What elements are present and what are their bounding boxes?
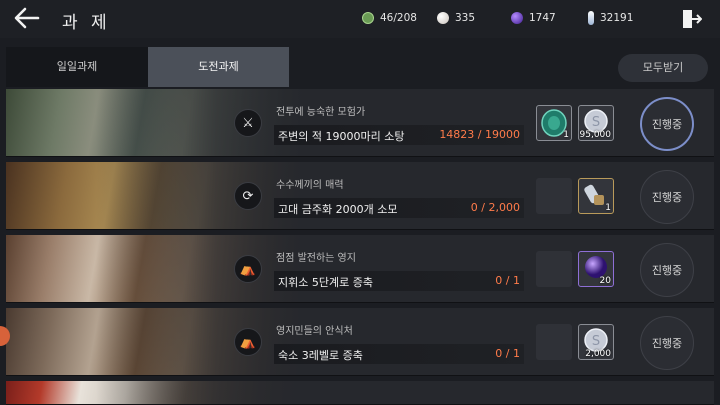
reward-qty: 1 [563,130,569,140]
quest-goal: 주변의 적 19000마리 소탕 [278,130,405,143]
resource-value: 1747 [529,12,556,24]
reward-qty: 95,000 [579,130,612,140]
quest-category: 전투에 능숙한 모험가 [276,107,366,118]
crystal-icon [588,11,594,25]
quest-row: ⛺ 영지민들의 안식처 숙소 3레벨로 증축 0 / 1 S 2,000 진행중 [6,308,714,376]
quest-row [6,381,714,405]
reward-slot[interactable]: S 95,000 [578,105,614,141]
reward-slot[interactable]: 1 [536,105,572,141]
quest-progress: 0 / 1 [495,274,520,287]
quest-goal-row: 고대 금주화 2000개 소모 0 / 2,000 [274,198,524,218]
quest-list[interactable]: ⚔ 전투에 능숙한 모험가 주변의 적 19000마리 소탕 14823 / 1… [6,89,720,405]
quest-goal-row: 주변의 적 19000마리 소탕 14823 / 19000 [274,125,524,145]
reward-slot[interactable]: S 2,000 [578,324,614,360]
empty-reward-slot [536,178,572,214]
claim-all-button[interactable]: 모두받기 [618,54,708,82]
in-progress-button[interactable]: 진행중 [640,243,694,297]
quest-goal: 고대 금주화 2000개 소모 [278,203,398,216]
tab-challenge[interactable]: 도전과제 [148,47,289,87]
horned-helmet-icon: ⚔ [234,109,262,137]
quest-row: ⚔ 전투에 능숙한 모험가 주변의 적 19000마리 소탕 14823 / 1… [6,89,714,157]
reward-slot[interactable]: 1 [578,178,614,214]
tent-icon: ⛺ [234,328,262,356]
quest-goal-row: 숙소 3레벨로 증축 0 / 1 [274,344,524,364]
resource-value: 335 [455,12,476,24]
refresh-icon: ⟳ [234,182,262,210]
resource-value: 32191 [600,12,634,24]
tent-icon: ⛺ [234,255,262,283]
quest-category: 영지민들의 안식처 [276,326,353,337]
tab-daily[interactable]: 일일과제 [6,47,148,87]
reward-qty: 1 [605,203,611,213]
in-progress-button[interactable]: 진행중 [640,170,694,224]
back-arrow-icon[interactable] [12,6,40,30]
in-progress-button[interactable]: 진행중 [640,316,694,370]
empty-reward-slot [536,324,572,360]
quest-row: ⟳ 수수께끼의 매력 고대 금주화 2000개 소모 0 / 2,000 1 진… [6,162,714,230]
reward-qty: 2,000 [585,349,611,359]
empty-reward-slot [536,251,572,287]
pearl-icon [437,12,449,24]
page-title: 과 제 [62,13,111,33]
green-token-icon [362,12,374,24]
quest-goal-row: 지휘소 5단계로 증축 0 / 1 [274,271,524,291]
resource-purple-orb: 1747 [511,10,556,26]
quest-category: 점점 발전하는 영지 [276,253,356,264]
resource-pearl: 335 [437,10,475,26]
quest-goal: 지휘소 5단계로 증축 [278,276,373,289]
quest-goal: 숙소 3레벨로 증축 [278,349,363,362]
quest-progress: 0 / 1 [495,347,520,360]
quest-progress: 0 / 2,000 [470,201,520,214]
quest-row: ⛺ 점점 발전하는 영지 지휘소 5단계로 증축 0 / 1 20 진행중 [6,235,714,303]
quest-category: 수수께끼의 매력 [276,180,344,191]
in-progress-button[interactable]: 진행중 [640,97,694,151]
reward-slot[interactable]: 20 [578,251,614,287]
top-bar: 과 제 46/208 335 1747 32191 [0,0,720,38]
exit-icon[interactable] [680,8,703,30]
svg-text:S: S [592,334,600,349]
purple-orb-icon [511,12,523,24]
resource-value: 46/208 [380,12,417,24]
quest-art [6,381,306,404]
svg-text:S: S [592,115,600,130]
quest-progress: 14823 / 19000 [439,128,520,141]
resource-crystal: 32191 [588,10,633,26]
reward-qty: 20 [599,276,611,286]
resource-green-token: 46/208 [362,10,417,26]
